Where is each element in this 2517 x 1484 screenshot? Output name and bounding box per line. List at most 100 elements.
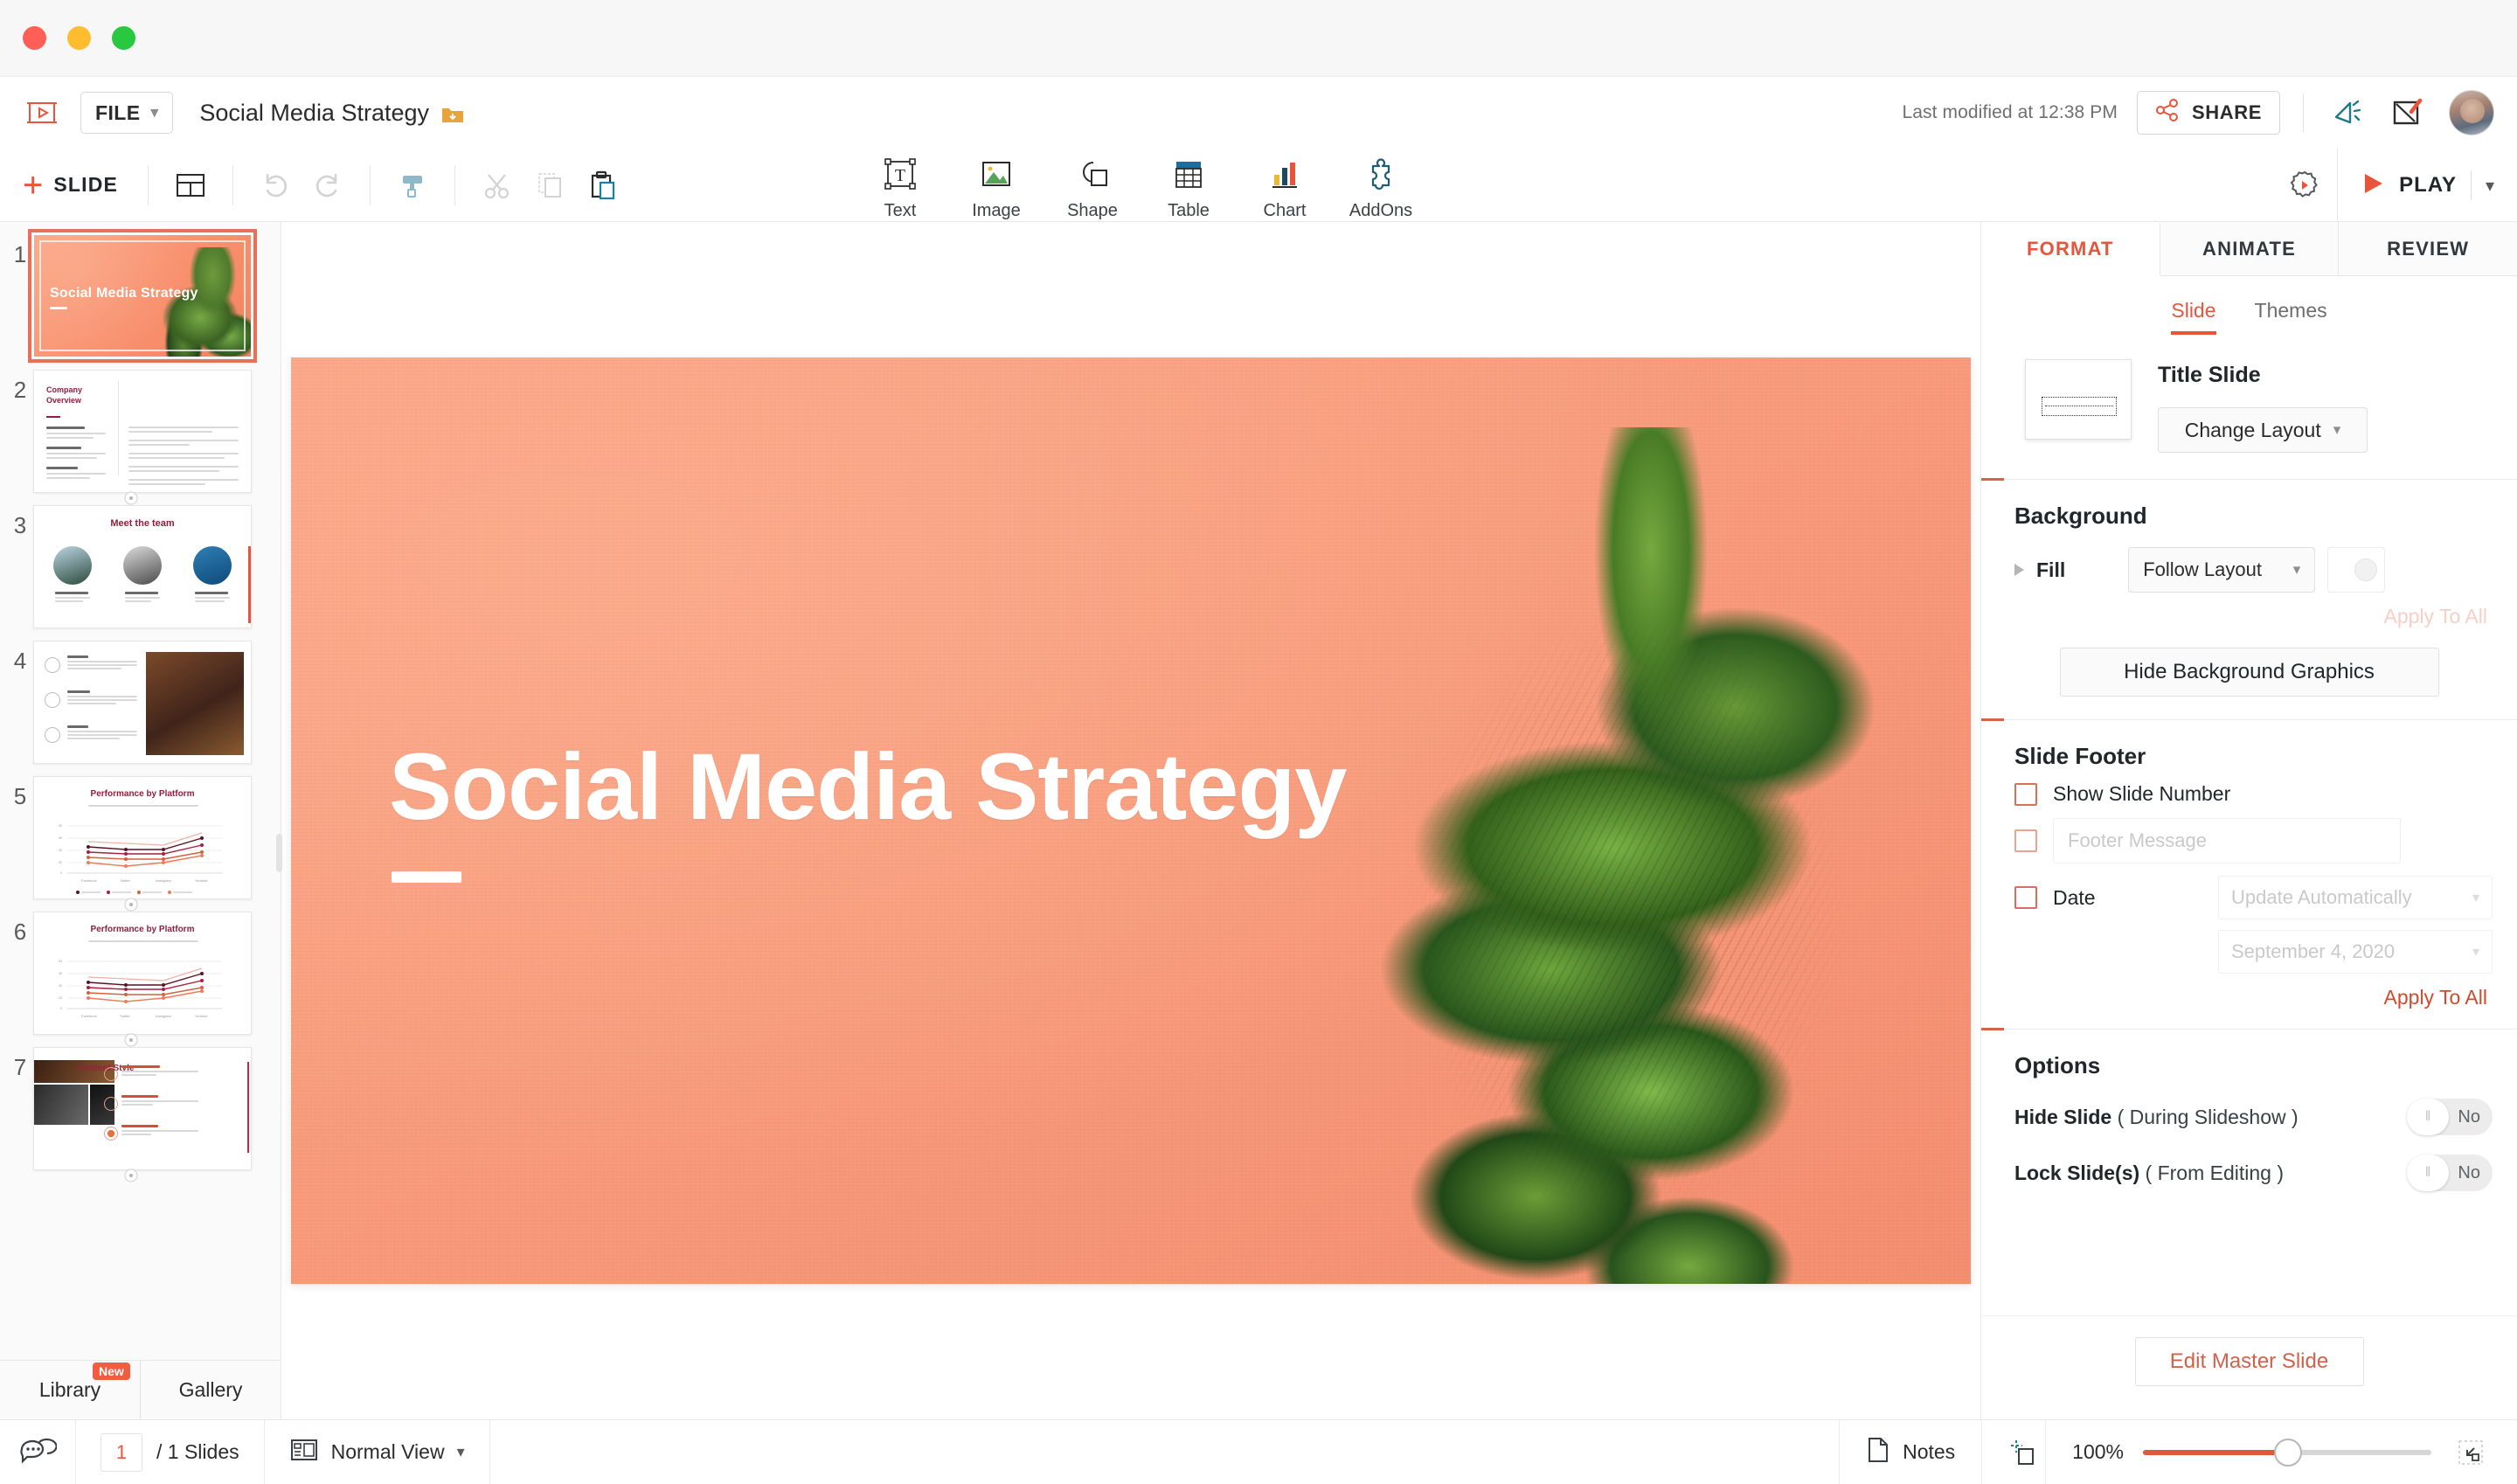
footer-apply-to-all[interactable]: Apply To All (2006, 974, 2493, 1029)
layout-preview-thumbnail[interactable] (2025, 359, 2132, 440)
slide-thumb-1[interactable]: Social Media Strategy (28, 229, 257, 363)
maximize-window-icon[interactable] (112, 26, 135, 50)
notes-page-icon (1866, 1436, 1890, 1469)
active-slide[interactable]: Social Media Strategy (291, 357, 1971, 1284)
notes-button[interactable]: Notes (1840, 1436, 1981, 1469)
hide-background-graphics-button[interactable]: Hide Background Graphics (2059, 648, 2439, 697)
date-row[interactable]: Date Update Automatically ▾ (2006, 863, 2493, 919)
fit-screen-icon[interactable] (2451, 1432, 2491, 1473)
hide-slide-toggle[interactable]: ‖ No (2407, 1099, 2493, 1135)
lock-slide-label: Lock Slide(s) ( From Editing ) (2014, 1162, 2284, 1185)
insert-chart-button[interactable]: Chart (1237, 149, 1333, 221)
new-badge: New (93, 1362, 130, 1380)
file-menu-button[interactable]: FILE ▾ (80, 92, 174, 134)
slide-thumb-6[interactable]: Performance by Platform Facebook Twitter… (33, 912, 252, 1035)
play-button[interactable]: PLAY ▾ (2337, 149, 2517, 222)
slide-thumb-2[interactable]: Company Overview (33, 370, 252, 493)
gallery-tab[interactable]: Gallery (140, 1360, 281, 1420)
slide-title-text[interactable]: Social Media Strategy (389, 732, 1347, 841)
app-body: 1 Social Media Strategy 2 Company Overvi… (0, 222, 2517, 1484)
folder-save-icon[interactable] (441, 103, 464, 122)
minimize-window-icon[interactable] (67, 26, 91, 50)
zoom-slider-handle[interactable] (2274, 1438, 2302, 1467)
fit-to-slide-icon[interactable] (2001, 1432, 2042, 1473)
lock-slide-toggle[interactable]: ‖ No (2407, 1155, 2493, 1191)
edit-note-icon[interactable] (2388, 93, 2428, 133)
close-window-icon[interactable] (23, 26, 46, 50)
tab-animate[interactable]: ANIMATE (2160, 222, 2340, 275)
document-title[interactable]: Social Media Strategy (199, 100, 464, 127)
slide-thumb-7[interactable]: Content Style (33, 1047, 252, 1170)
slide-thumbnail-item[interactable]: 7 Content Style (0, 1047, 281, 1182)
slide-thumb-5[interactable]: Performance by Platform Facebook Twitter… (33, 776, 252, 899)
announcements-megaphone-icon[interactable] (2326, 93, 2367, 133)
date-value-select[interactable]: September 4, 2020 ▾ (2218, 930, 2493, 974)
slide-thumbnail-item[interactable]: 1 Social Media Strategy (0, 229, 281, 363)
zoom-slider[interactable] (2143, 1438, 2431, 1467)
play-divider (2470, 170, 2472, 200)
undo-icon[interactable] (249, 159, 302, 212)
play-options-chevron-icon[interactable]: ▾ (2486, 175, 2494, 197)
add-slide-button[interactable]: + SLIDE (19, 168, 132, 203)
expand-triangle-icon[interactable] (2014, 564, 2024, 576)
insert-shape-button[interactable]: Shape (1044, 149, 1141, 221)
thumb-title-text: Social Media Strategy (50, 286, 198, 301)
cut-scissors-icon[interactable] (471, 159, 524, 212)
footer-message-row[interactable]: Footer Message (2006, 806, 2493, 863)
library-tab[interactable]: Library New (0, 1361, 140, 1420)
insert-table-button[interactable]: Table (1141, 149, 1237, 221)
subtab-slide[interactable]: Slide (2171, 299, 2216, 335)
show-slide-number-row[interactable]: Show Slide Number (2006, 770, 2493, 806)
slide-number-3: 3 (13, 512, 27, 538)
fill-color-swatch[interactable] (2327, 547, 2386, 593)
fill-select[interactable]: Follow Layout ▾ (2128, 547, 2316, 593)
footer-message-checkbox[interactable] (2014, 829, 2037, 852)
slide-thumbnail-item[interactable]: 6 Performance by Platform Facebook Twitt… (0, 912, 281, 1047)
hide-slide-row: Hide Slide ( During Slideshow ) ‖ No (2006, 1079, 2493, 1135)
insert-image-button[interactable]: Image (948, 149, 1044, 221)
slide-thumbnail-item[interactable]: 4 (0, 641, 281, 764)
slide-thumbnail-item[interactable]: 5 Performance by Platform Facebook Twitt… (0, 776, 281, 912)
format-painter-icon[interactable] (386, 159, 439, 212)
svg-text:Facebook: Facebook (81, 878, 97, 883)
user-avatar[interactable] (2449, 90, 2494, 135)
comments-button[interactable] (0, 1435, 75, 1470)
app-logo-icon[interactable] (23, 94, 61, 132)
slide-number-1: 1 (13, 241, 27, 267)
tab-format-label: FORMAT (2027, 237, 2114, 260)
date-checkbox[interactable] (2014, 886, 2037, 909)
slide-thumbnail-item[interactable]: 2 Company Overview (0, 370, 281, 505)
redo-icon[interactable] (302, 159, 354, 212)
slide-transition-icon (124, 1033, 138, 1047)
shape-icon (1072, 152, 1113, 198)
insert-text-button[interactable]: T Text (852, 149, 948, 221)
slide-thumbnail-item[interactable]: 3 Meet the team (0, 505, 281, 628)
thumb-icon-circle (45, 727, 60, 743)
panel-resize-handle[interactable] (276, 834, 282, 872)
slideshow-settings-button[interactable] (2272, 168, 2337, 203)
share-button[interactable]: SHARE (2136, 91, 2280, 135)
edit-master-slide-button[interactable]: Edit Master Slide (2134, 1337, 2364, 1386)
tab-format[interactable]: FORMAT (1981, 223, 2160, 276)
current-page-input[interactable]: 1 (101, 1432, 142, 1472)
view-mode-selector[interactable]: Normal View ▾ (265, 1437, 489, 1468)
slide-transition-icon (124, 1168, 138, 1182)
subtab-themes[interactable]: Themes (2255, 299, 2327, 335)
date-mode-select[interactable]: Update Automatically ▾ (2218, 876, 2493, 919)
slide-number-2: 2 (13, 377, 27, 403)
slide-thumb-3[interactable]: Meet the team (33, 505, 252, 628)
thumb-right-col (128, 426, 239, 485)
paste-icon[interactable] (576, 159, 628, 212)
insert-addons-button[interactable]: AddOns (1333, 149, 1429, 221)
chevron-down-icon: ▾ (2472, 945, 2479, 960)
tab-review[interactable]: REVIEW (2339, 222, 2517, 275)
show-slide-number-checkbox[interactable] (2014, 782, 2037, 806)
change-layout-button[interactable]: Change Layout ▾ (2158, 407, 2368, 453)
footer-message-input[interactable]: Footer Message (2053, 818, 2401, 863)
slide-thumbnail-list[interactable]: 1 Social Media Strategy 2 Company Overvi… (0, 222, 281, 1360)
view-mode-label: Normal View (330, 1440, 445, 1463)
slide-thumb-4[interactable] (33, 641, 252, 764)
slide-layout-icon[interactable] (164, 159, 217, 212)
background-apply-to-all[interactable]: Apply To All (2006, 593, 2493, 648)
copy-icon[interactable] (524, 159, 576, 212)
